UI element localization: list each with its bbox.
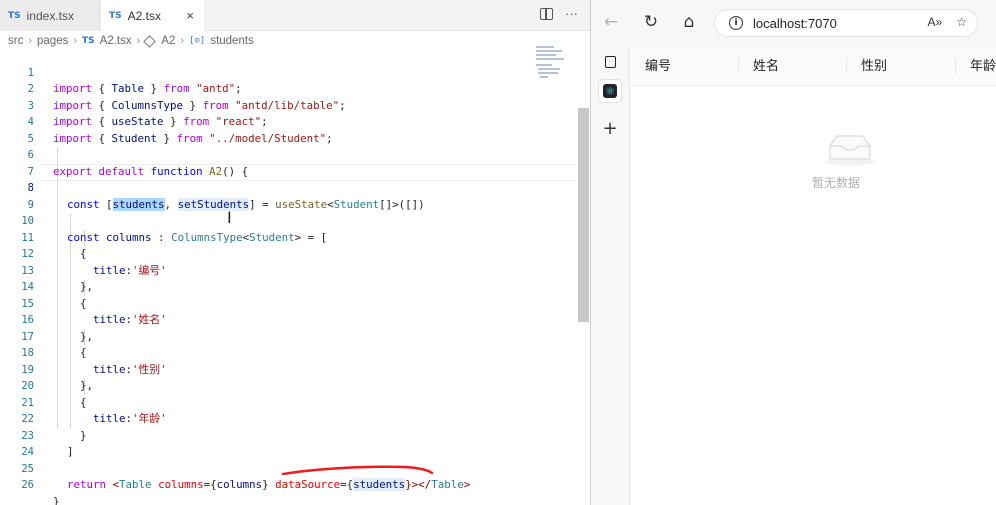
tab-react-app[interactable]: ⚛: [599, 80, 621, 102]
code-token: ={: [340, 478, 354, 491]
breadcrumb-item-component[interactable]: A2: [161, 35, 175, 47]
code-line: 15 title:'姓名': [0, 279, 580, 327]
tab-index-tsx[interactable]: TS index.tsx: [0, 0, 100, 31]
code-line: 18 title:'性别': [0, 329, 580, 376]
file-ts-icon: TS: [82, 36, 95, 46]
code-line: 5: [0, 114, 580, 145]
minimap[interactable]: [534, 44, 574, 84]
react-devtools-icon: ⚛: [603, 84, 617, 98]
column-divider: [738, 58, 739, 74]
code-token: }: [53, 494, 60, 505]
chevron-right-icon: ›: [180, 35, 185, 47]
url-text[interactable]: localhost:7070: [753, 16, 837, 31]
line-number: 26: [21, 479, 34, 491]
code-token: students: [353, 478, 406, 491]
tab-a2-tsx[interactable]: TS A2.tsx ×: [101, 0, 204, 31]
empty-text: 暂无数据: [811, 176, 860, 190]
column-header-gender[interactable]: 性别: [861, 46, 887, 86]
browser-toolbar: ← ↻ ⌂ i localhost:7070 A» ☆: [591, 0, 996, 46]
code-line: 10 const columns : ColumnsType<Student> …: [0, 197, 580, 244]
code-line: 3 import { useState } from "react";: [0, 81, 580, 129]
code-line: 24: [0, 428, 580, 458]
code-token: return: [67, 478, 107, 491]
breadcrumb-item-src[interactable]: src: [8, 35, 23, 47]
code-token: dataSource: [275, 478, 341, 491]
file-ts-icon: TS: [8, 10, 21, 21]
empty-inbox-icon: [825, 135, 875, 166]
column-divider: [955, 58, 956, 74]
code-line: 20 {: [0, 362, 580, 409]
vertical-tab-strip: ⚛ +: [591, 46, 630, 505]
code-line: 14 {: [0, 263, 580, 310]
new-tab-icon[interactable]: +: [599, 117, 621, 139]
reload-icon[interactable]: ↻: [639, 10, 663, 34]
code-token: Table: [119, 478, 152, 491]
code-line: 4 import { Student } from "../model/Stud…: [0, 98, 580, 145]
component-icon: [143, 34, 157, 48]
split-editor-icon[interactable]: [540, 8, 553, 20]
code-line: 11 {: [0, 213, 580, 261]
code-line: 25 return <Table columns={columns} dataS…: [0, 444, 580, 491]
breadcrumb-item-variable[interactable]: students: [210, 35, 253, 47]
code-line: 7: [0, 147, 580, 178]
code-line: 23 ]: [0, 411, 580, 459]
back-icon[interactable]: ←: [599, 10, 623, 34]
editor-tab-bar: TS index.tsx TS A2.tsx × ···: [0, 0, 590, 31]
code-line: 17 {: [0, 312, 580, 360]
chevron-right-icon: ›: [28, 35, 33, 47]
code-line: 12 title:'编号': [0, 230, 580, 277]
code-token: ={: [203, 478, 217, 491]
favorite-icon[interactable]: ☆: [956, 15, 967, 29]
column-header-age[interactable]: 年龄: [970, 46, 996, 86]
code-token: }: [262, 478, 276, 491]
vertical-scrollbar[interactable]: [578, 108, 589, 322]
column-divider: [846, 58, 847, 74]
code-line: 8 const [students, setStudents] = useSta…: [0, 164, 580, 211]
tab-actions-icon[interactable]: [599, 51, 621, 73]
code-line: 19 },: [0, 345, 580, 393]
code-line: 9: [0, 180, 580, 211]
code-line: 21 title:'年龄': [0, 378, 580, 426]
breadcrumb-item-pages[interactable]: pages: [37, 35, 68, 47]
tab-label: index.tsx: [26, 8, 74, 23]
read-aloud-icon[interactable]: A»: [928, 15, 943, 29]
table-header: 编号 姓名 性别 年龄: [631, 46, 996, 86]
file-ts-icon: TS: [109, 10, 122, 21]
breadcrumb-item-file[interactable]: A2.tsx: [100, 35, 132, 47]
code-line: 1 import { Table } from "antd";: [0, 48, 580, 96]
code-line: 13 },: [0, 246, 580, 294]
code-token: columns: [158, 478, 204, 491]
code-line: 6 export default function A2() {: [0, 131, 580, 178]
code-token: columns: [216, 478, 263, 491]
column-header-id[interactable]: 编号: [645, 46, 671, 86]
browser-window: ← ↻ ⌂ i localhost:7070 A» ☆ ⚛ + 编号 姓名 性别…: [591, 0, 996, 505]
text-cursor-icon: I: [227, 208, 232, 227]
code-editor[interactable]: TS index.tsx TS A2.tsx × ··· src › pages…: [0, 0, 590, 505]
column-header-name[interactable]: 姓名: [753, 46, 779, 86]
code-token: Table: [431, 478, 464, 491]
chevron-right-icon: ›: [73, 35, 78, 47]
address-bar[interactable]: i localhost:7070 A» ☆: [714, 9, 978, 37]
code-token: >: [463, 478, 471, 491]
chevron-right-icon: ›: [136, 35, 141, 47]
close-icon[interactable]: ×: [186, 8, 194, 23]
home-icon[interactable]: ⌂: [677, 10, 701, 34]
info-icon[interactable]: i: [729, 16, 743, 30]
code-line: 16 },: [0, 296, 580, 343]
tab-label: A2.tsx: [127, 8, 161, 23]
more-icon[interactable]: ···: [565, 6, 578, 21]
red-underline-annotation: [281, 465, 434, 476]
code-token: <: [106, 478, 120, 491]
code-line: 22 }: [0, 395, 580, 442]
variable-icon: [⊙]: [189, 36, 206, 46]
code-line: 2 import { ColumnsType } from "antd/lib/…: [0, 65, 580, 112]
code-token: }></: [405, 478, 432, 491]
